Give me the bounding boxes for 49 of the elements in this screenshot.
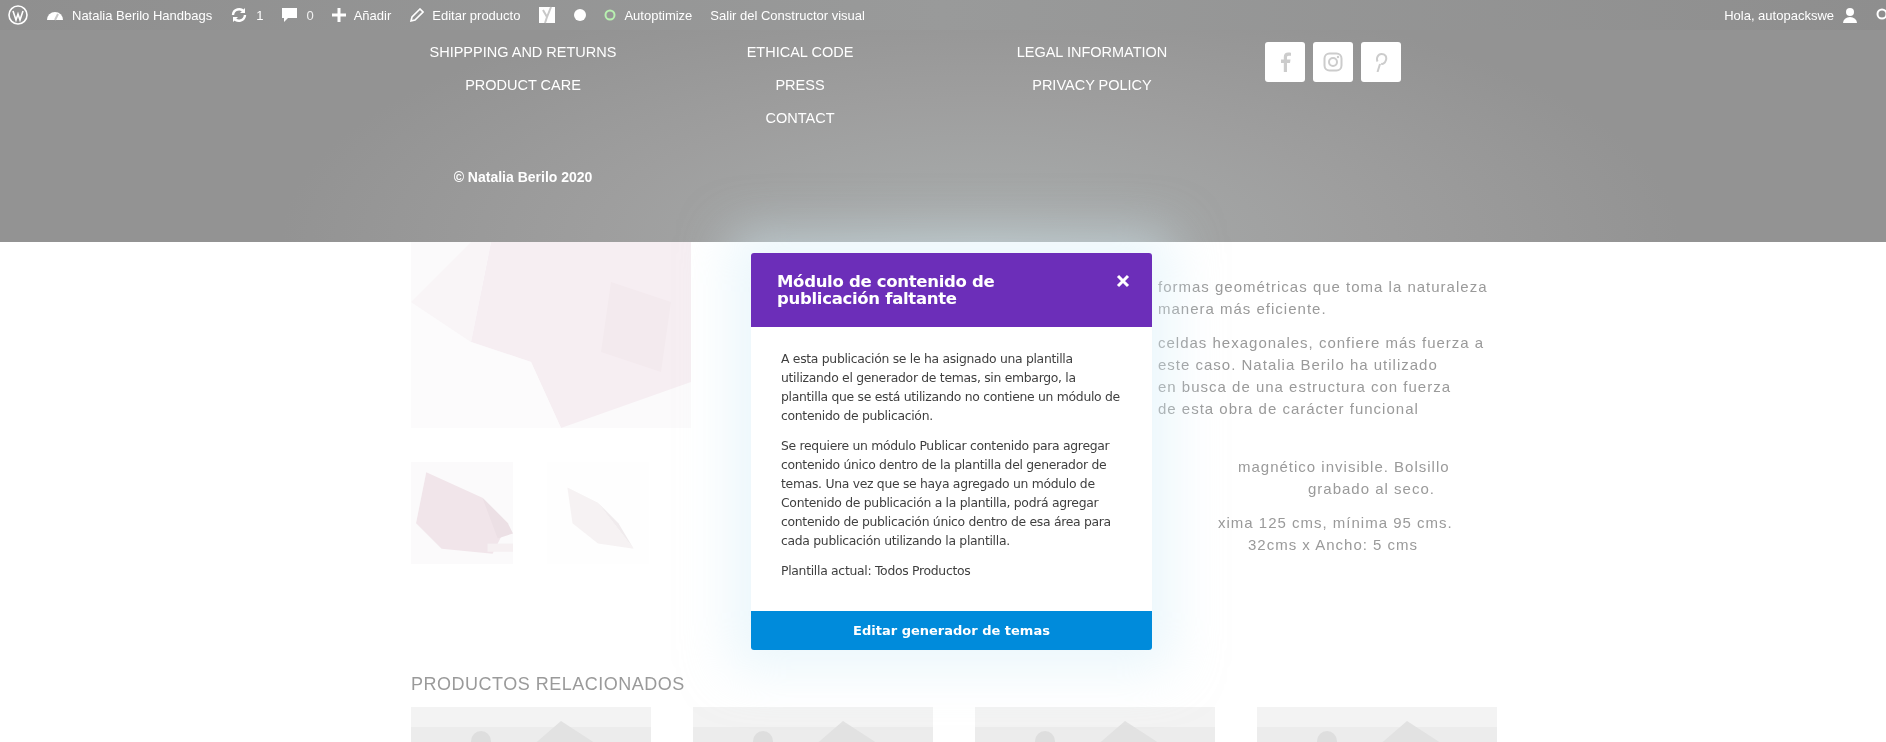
footer-link[interactable]: SHIPPPING AND RETURNS [429,42,617,62]
section-heading: PRODUCTOS RELACIONADOS [411,674,686,695]
add-new-link[interactable]: Añadir [331,7,392,23]
status-dot-icon[interactable] [574,9,587,21]
description-text: 32cms x Ancho: 5 cms [1248,535,1420,555]
copyright-text: © Natalia Berilo 2020 [453,169,593,185]
wordpress-logo-icon[interactable] [8,5,28,25]
dialog-text: A esta publicación se le ha asignado una plantilla utilizando el generador de temas, sin embargo, la plantilla que se está utilizando no contiene un módulo de contenido de publicación. [781,350,1121,425]
instagram-icon [1323,52,1343,72]
facebook-button[interactable] [1265,42,1305,82]
edit-theme-builder-button[interactable]: Editar generador de temas [751,611,1152,650]
footer-link[interactable]: CONTACT [765,108,835,128]
footer-link[interactable]: PRESS [775,75,825,95]
dialog-text: Se requiere un módulo Publicar contenido para agregar contenido único dentro de la plantilla del generador de temas. Una vez que se haya agregado un módulo de Contenido de publicación a la plantilla, podrá agregar contenido de publicación único dentro de esa área para cada publicación utilizando la plantilla. [781,437,1112,550]
autoptimize-link[interactable]: Autoptimize [604,7,693,23]
description-text: este caso. Natalia Berilo ha utilizado [1158,355,1439,375]
dialog-title: Módulo de contenido de publicación faltante [777,273,996,307]
seo-plugin-icon[interactable] [538,5,557,25]
ring-icon [604,9,617,21]
exit-builder-link[interactable]: Salir del Constructor visual [710,7,865,23]
account-link[interactable]: Hola, autopackswe [1724,7,1858,23]
dialog-text: Plantilla actual: Todos Productos [781,562,972,580]
instagram-button[interactable] [1313,42,1353,82]
footer-link[interactable]: PRODUCT CARE [465,75,581,95]
comment-icon [281,7,299,23]
description-text: celdas hexagonales, confiere más fuerza a [1158,333,1486,353]
comments-link[interactable]: 0 [281,7,314,23]
footer-link[interactable]: PRIVACY POLICY [1032,75,1152,95]
site-name-link[interactable]: Natalia Berilo Handbags [46,7,213,23]
footer-link[interactable]: ETHICAL CODE [746,42,854,62]
pinterest-icon [1373,52,1389,72]
updates-link[interactable]: 1 [230,6,264,24]
edit-product-link[interactable]: Editar producto [409,7,521,23]
description-text: manera más eficiente. [1158,299,1328,319]
description-text: xima 125 cms, mínima 95 cms. [1218,513,1454,533]
pinterest-button[interactable] [1361,42,1401,82]
close-button[interactable] [1116,274,1130,288]
plus-icon [331,8,346,22]
description-text: de esta obra de carácter funcional [1158,399,1420,419]
pencil-icon [409,7,425,23]
refresh-icon [230,6,249,24]
description-text: grabado al seco. [1308,479,1436,499]
description-text: en busca de una estructura con fuerza [1158,377,1452,397]
footer-link[interactable]: LEGAL INFORMATION [1016,42,1168,62]
search-icon[interactable] [1876,8,1886,22]
description-text: formas geométricas que toma la naturaleza [1158,277,1488,297]
description-text: magnético invisible. Bolsillo [1238,457,1451,477]
user-icon [1842,7,1858,23]
facebook-icon [1279,52,1291,72]
